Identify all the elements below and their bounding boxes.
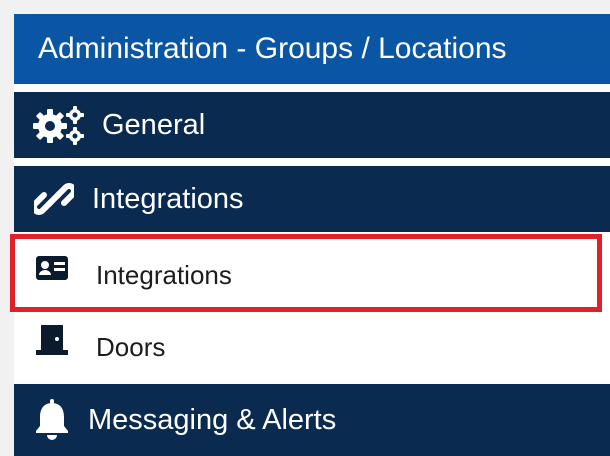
panel-header: Administration - Groups / Locations xyxy=(14,14,610,84)
nav-item-doors[interactable]: Doors xyxy=(14,312,610,382)
section-messaging-alerts[interactable]: Messaging & Alerts xyxy=(14,384,610,456)
panel-title: Administration - Groups / Locations xyxy=(38,32,507,65)
nav-item-integrations[interactable]: Integrations xyxy=(14,240,610,310)
bell-icon xyxy=(34,399,70,441)
link-icon xyxy=(34,179,74,219)
section-general-label: General xyxy=(102,108,206,141)
admin-nav-panel: Administration - Groups / Locations Gene… xyxy=(14,14,610,456)
section-general[interactable]: General xyxy=(14,92,610,158)
nav-item-integrations-label: Integrations xyxy=(96,259,232,290)
section-integrations[interactable]: Integrations xyxy=(14,166,610,232)
page: Administration - Groups / Locations Gene… xyxy=(0,0,610,456)
door-icon xyxy=(36,325,68,355)
section-integrations-label: Integrations xyxy=(92,182,244,215)
id-card-icon xyxy=(36,255,68,281)
nav-item-doors-label: Doors xyxy=(96,331,166,362)
section-messaging-alerts-label: Messaging & Alerts xyxy=(88,403,337,436)
gears-icon xyxy=(32,105,86,145)
